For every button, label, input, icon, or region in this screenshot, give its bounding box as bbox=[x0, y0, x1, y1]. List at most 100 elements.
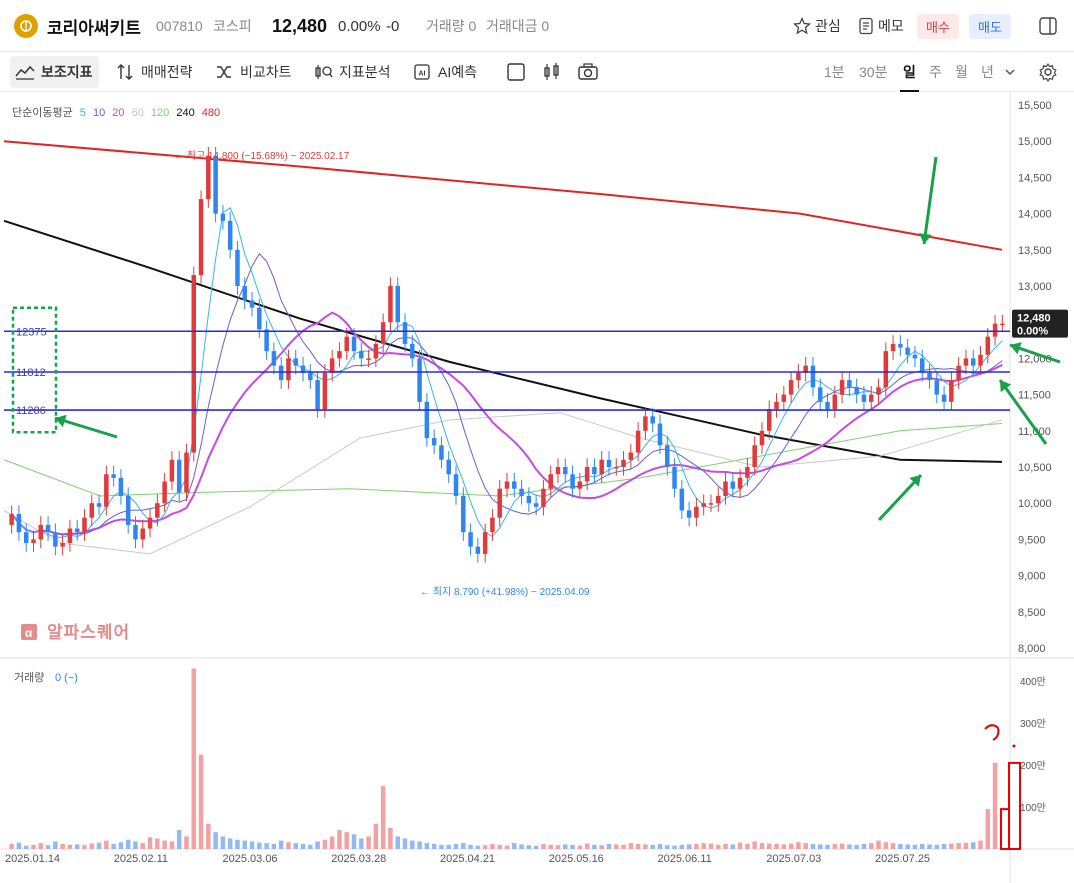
toolbar-strategy-button[interactable]: 매매전략 bbox=[114, 52, 193, 92]
volume-bar bbox=[679, 844, 685, 849]
volume-annotation-box bbox=[1000, 808, 1010, 850]
candle bbox=[337, 351, 342, 359]
volume-bar bbox=[665, 845, 670, 849]
gear-icon bbox=[1038, 62, 1058, 82]
candle bbox=[133, 524, 138, 540]
volume-bar bbox=[766, 843, 772, 849]
volume-tick-label: 400만 bbox=[1020, 676, 1046, 688]
volume-bar bbox=[781, 844, 787, 849]
toolbar-analysis-button[interactable]: 지표분석 bbox=[312, 52, 391, 92]
volume-bar bbox=[300, 843, 306, 849]
x-date-label: 2025.07.03 bbox=[766, 853, 821, 865]
candle bbox=[82, 517, 87, 533]
volume-bar bbox=[970, 842, 976, 849]
toolbar-candle-type-button[interactable] bbox=[541, 52, 568, 92]
candle bbox=[198, 199, 204, 276]
toolbar-ai-button[interactable]: AI AI예측 bbox=[411, 52, 477, 92]
candle bbox=[817, 387, 823, 402]
volume-bar bbox=[482, 845, 488, 849]
toolbar-item-label: 비교차트 bbox=[240, 64, 292, 80]
volume-bar bbox=[497, 844, 502, 849]
volume-bar bbox=[380, 786, 386, 849]
buy-button[interactable]: 매수 bbox=[917, 0, 959, 52]
period-week[interactable]: 주 bbox=[929, 52, 942, 92]
watch-label: 관심 bbox=[815, 18, 841, 34]
memo-button[interactable]: 메모 bbox=[858, 0, 904, 52]
candle bbox=[774, 401, 779, 410]
volume-bar bbox=[373, 823, 379, 849]
level-label: 11286 bbox=[16, 405, 46, 417]
volume-bar bbox=[431, 843, 437, 849]
ma-120-line bbox=[3, 423, 1003, 497]
candle bbox=[329, 358, 335, 373]
candle bbox=[912, 354, 918, 359]
volume-bar bbox=[45, 845, 51, 849]
market-name: 코스피 bbox=[213, 18, 252, 34]
watch-button[interactable]: 관심 bbox=[793, 0, 841, 52]
price-chart[interactable]: 15,50015,00014,50014,00013,50013,00012,5… bbox=[0, 92, 1074, 883]
volume-bar bbox=[810, 843, 816, 849]
y-tick-label: 8,000 bbox=[1018, 643, 1046, 655]
volume-bar bbox=[774, 843, 779, 849]
chart-settings-button[interactable] bbox=[1038, 52, 1058, 92]
volume-summary: 거래량 0 bbox=[426, 18, 477, 34]
candle bbox=[286, 358, 291, 381]
candle bbox=[388, 286, 393, 323]
volume-bar bbox=[555, 845, 561, 849]
volume-bar bbox=[599, 845, 604, 849]
candle bbox=[555, 467, 561, 475]
layout-toggle-button[interactable] bbox=[1038, 0, 1058, 52]
candle bbox=[111, 474, 116, 478]
volume-bar bbox=[876, 840, 881, 849]
period-year[interactable]: 년 bbox=[981, 52, 994, 92]
candle bbox=[978, 354, 983, 366]
toolbar-screenshot-button[interactable] bbox=[577, 52, 604, 92]
volume-bar bbox=[271, 843, 277, 849]
toolbar-compare-button[interactable]: 비교차트 bbox=[213, 52, 292, 92]
candle bbox=[475, 546, 481, 554]
period-30min[interactable]: 30분 bbox=[859, 52, 887, 92]
candle bbox=[584, 467, 590, 482]
volume-bar bbox=[388, 828, 393, 849]
toolbar-indicators-button[interactable]: 보조지표 bbox=[10, 56, 99, 88]
period-1min[interactable]: 1분 bbox=[824, 52, 845, 92]
compare-cross-icon bbox=[213, 61, 235, 83]
y-tick-label: 13,500 bbox=[1018, 245, 1052, 257]
period-month[interactable]: 월 bbox=[955, 52, 968, 92]
candle bbox=[431, 438, 437, 446]
volume-bar bbox=[504, 845, 510, 849]
candle bbox=[788, 380, 794, 395]
volume-bar bbox=[344, 832, 349, 849]
volume-bar bbox=[570, 844, 575, 849]
period-more-button[interactable] bbox=[1004, 52, 1016, 92]
star-icon bbox=[793, 17, 811, 35]
period-day[interactable]: 일 bbox=[900, 52, 919, 92]
hand-drawn-dot bbox=[1012, 744, 1016, 748]
volume-bar bbox=[475, 845, 481, 849]
volume-bar bbox=[912, 844, 918, 849]
volume-bar bbox=[592, 844, 597, 849]
y-tick-label: 9,000 bbox=[1018, 571, 1046, 583]
volume-bar bbox=[329, 836, 335, 849]
candle bbox=[89, 503, 95, 518]
candle bbox=[169, 459, 175, 482]
volume-bar bbox=[278, 840, 284, 849]
y-tick-label: 8,500 bbox=[1018, 607, 1046, 619]
candle bbox=[745, 467, 750, 478]
volume-bar bbox=[257, 842, 262, 849]
sell-button[interactable]: 매도 bbox=[969, 0, 1011, 52]
candle bbox=[679, 488, 685, 511]
x-date-label: 2025.06.11 bbox=[658, 853, 712, 865]
volume-bar bbox=[410, 840, 415, 849]
volume-bar bbox=[16, 842, 22, 849]
candle bbox=[672, 467, 677, 489]
candle bbox=[883, 351, 889, 388]
candle bbox=[373, 343, 379, 359]
candle bbox=[730, 481, 736, 489]
candle bbox=[184, 452, 189, 493]
candle bbox=[67, 528, 73, 544]
candle bbox=[23, 532, 29, 544]
volume-bar bbox=[548, 844, 553, 849]
candle bbox=[315, 380, 320, 410]
toolbar-draw-box-button[interactable] bbox=[505, 52, 532, 92]
